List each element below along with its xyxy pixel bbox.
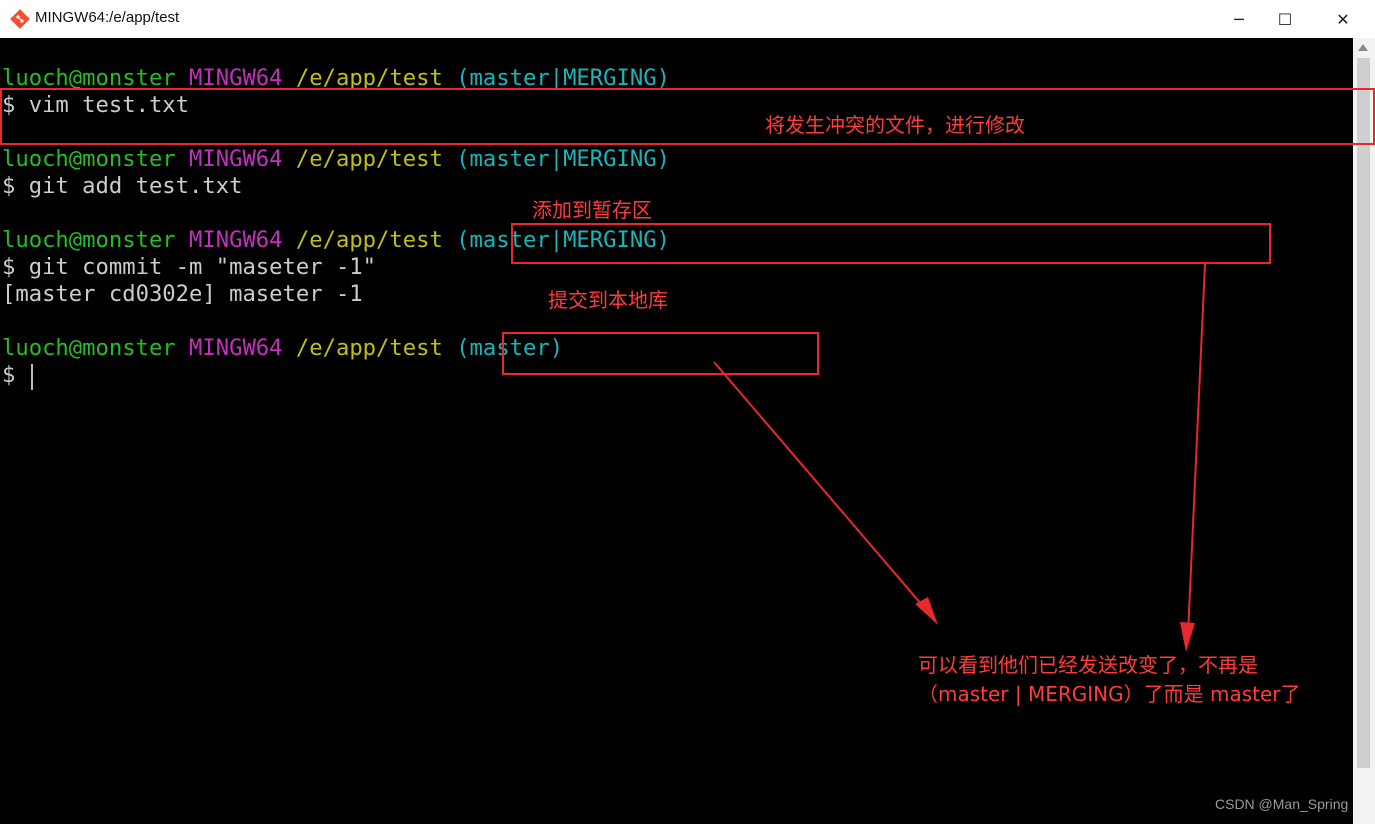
- annotation-arrows: [713, 263, 1206, 652]
- watermark: CSDN @Man_Spring: [1215, 796, 1349, 812]
